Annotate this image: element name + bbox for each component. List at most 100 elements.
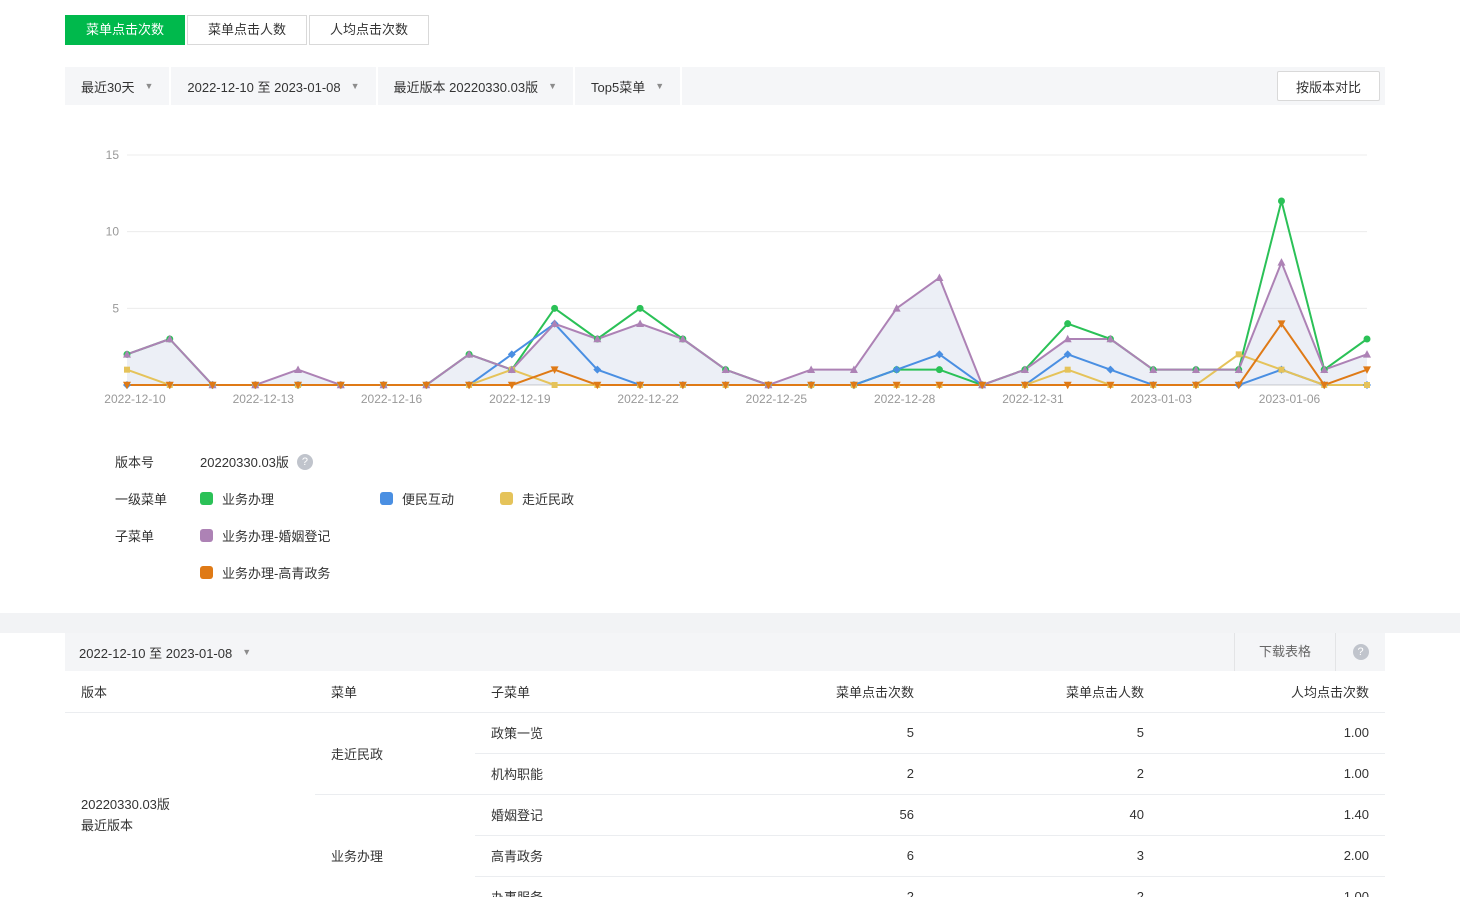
col-avg: 人均点击次数 xyxy=(1160,671,1385,712)
avg-cell: 1.00 xyxy=(1160,753,1385,794)
series-color-chip xyxy=(380,492,393,505)
download-table-button[interactable]: 下载表格 xyxy=(1234,633,1335,671)
legend-sub-row-2: 业务办理-高青政务 xyxy=(115,554,1385,591)
avg-cell: 1.00 xyxy=(1160,712,1385,753)
data-point xyxy=(1277,258,1285,266)
x-tick-label: 2023-01-03 xyxy=(1131,392,1193,406)
legend-item-bianminhudong: 便民互动 xyxy=(380,489,500,508)
data-point xyxy=(1364,382,1370,388)
data-point xyxy=(935,273,943,281)
x-tick-label: 2022-12-25 xyxy=(746,392,808,406)
legend-item-label: 走近民政 xyxy=(522,489,574,508)
chevron-down-icon: ▼ xyxy=(144,81,153,91)
clicks-cell: 2 xyxy=(705,753,930,794)
legend-primary-label: 一级菜单 xyxy=(115,489,200,508)
series-color-chip xyxy=(200,529,213,542)
legend-primary-row: 一级菜单 业务办理 便民互动 走近民政 xyxy=(115,480,1385,517)
filter-version[interactable]: 最近版本 20220330.03版 ▼ xyxy=(378,67,575,105)
legend-item-zoujinminzheng: 走近民政 xyxy=(500,489,574,508)
clicks-cell: 2 xyxy=(705,876,930,897)
avg-cell: 2.00 xyxy=(1160,835,1385,876)
chart-legend: 版本号 20220330.03版 ? 一级菜单 业务办理 便民互动 走近民政 子… xyxy=(115,443,1385,599)
x-tick-label: 2022-12-22 xyxy=(617,392,679,406)
data-point xyxy=(1364,336,1371,343)
clicks-cell: 6 xyxy=(705,835,930,876)
x-tick-label: 2022-12-10 xyxy=(104,392,166,406)
users-cell: 5 xyxy=(930,712,1160,753)
col-users: 菜单点击人数 xyxy=(930,671,1160,712)
data-point xyxy=(1236,351,1242,357)
series-line-业务办理 xyxy=(127,201,1367,385)
data-point xyxy=(1065,367,1071,373)
chevron-down-icon: ▼ xyxy=(655,81,664,91)
data-point xyxy=(124,367,130,373)
filter-top-menu-label: Top5菜单 xyxy=(591,77,645,96)
x-tick-label: 2022-12-31 xyxy=(1002,392,1064,406)
version-name: 20220330.03版 xyxy=(81,794,299,815)
help-icon[interactable]: ? xyxy=(297,454,313,470)
filter-date-range[interactable]: 2022-12-10 至 2023-01-08 ▼ xyxy=(171,67,377,105)
clicks-cell: 56 xyxy=(705,794,930,835)
table-date-range-label: 2022-12-10 至 2023-01-08 xyxy=(79,643,232,662)
users-cell: 40 xyxy=(930,794,1160,835)
tab-menu-click-users[interactable]: 菜单点击人数 xyxy=(187,15,307,45)
data-point xyxy=(637,305,644,312)
legend-sub-label: 子菜单 xyxy=(115,526,200,545)
tab-avg-clicks-per-user[interactable]: 人均点击次数 xyxy=(309,15,429,45)
table-date-range-dropdown[interactable]: 2022-12-10 至 2023-01-08 ▼ xyxy=(65,643,1234,662)
series-color-chip xyxy=(500,492,513,505)
data-point xyxy=(636,319,644,327)
table-row: 20220330.03版 最近版本 走近民政 政策一览 5 5 1.00 xyxy=(65,712,1385,753)
series-line-业务办理-婚姻登记 xyxy=(127,262,1367,385)
submenu-cell: 政策一览 xyxy=(475,712,705,753)
filter-top-menu[interactable]: Top5菜单 ▼ xyxy=(575,67,682,105)
legend-version-row: 版本号 20220330.03版 ? xyxy=(115,443,1385,480)
version-tag: 最近版本 xyxy=(81,815,299,836)
legend-version-label: 版本号 xyxy=(115,452,200,471)
x-tick-label: 2023-01-06 xyxy=(1259,392,1321,406)
submenu-cell: 办事服务 xyxy=(475,876,705,897)
legend-item-label: 业务办理 xyxy=(222,489,274,508)
data-point xyxy=(1278,198,1285,205)
menu-clicks-table: 版本 菜单 子菜单 菜单点击次数 菜单点击人数 人均点击次数 20220330.… xyxy=(65,671,1385,897)
x-tick-label: 2022-12-13 xyxy=(233,392,295,406)
chart-panel: 510152022-12-102022-12-132022-12-162022-… xyxy=(65,105,1385,599)
x-tick-label: 2022-12-28 xyxy=(874,392,936,406)
col-version: 版本 xyxy=(65,671,315,712)
users-cell: 3 xyxy=(930,835,1160,876)
data-point xyxy=(1278,367,1284,373)
users-cell: 2 xyxy=(930,753,1160,794)
series-area xyxy=(127,262,1367,385)
users-cell: 2 xyxy=(930,876,1160,897)
filter-date-range-label: 2022-12-10 至 2023-01-08 xyxy=(187,77,340,96)
filter-range-preset-label: 最近30天 xyxy=(81,77,134,96)
legend-item-yewubanli: 业务办理 xyxy=(200,489,380,508)
compare-by-version-button[interactable]: 按版本对比 xyxy=(1277,71,1380,101)
avg-cell: 1.40 xyxy=(1160,794,1385,835)
data-point xyxy=(551,305,558,312)
y-tick-label: 15 xyxy=(106,148,120,162)
filter-range-preset[interactable]: 最近30天 ▼ xyxy=(65,67,171,105)
legend-item-label: 业务办理-婚姻登记 xyxy=(222,526,330,545)
legend-item-label: 业务办理-高青政务 xyxy=(222,563,330,582)
y-tick-label: 10 xyxy=(106,225,120,239)
data-point xyxy=(1363,350,1371,358)
series-color-chip xyxy=(200,566,213,579)
chevron-down-icon: ▼ xyxy=(351,81,360,91)
table-header-row: 版本 菜单 子菜单 菜单点击次数 菜单点击人数 人均点击次数 xyxy=(65,671,1385,712)
help-icon[interactable]: ? xyxy=(1353,644,1369,660)
submenu-cell: 机构职能 xyxy=(475,753,705,794)
clicks-cell: 5 xyxy=(705,712,930,753)
tab-menu-click-count[interactable]: 菜单点击次数 xyxy=(65,15,185,45)
avg-cell: 1.00 xyxy=(1160,876,1385,897)
tab-bar: 菜单点击次数 菜单点击人数 人均点击次数 xyxy=(65,15,1460,45)
legend-item-gaoqingzhengwu: 业务办理-高青政务 xyxy=(200,563,330,582)
chevron-down-icon: ▼ xyxy=(548,81,557,91)
col-menu: 菜单 xyxy=(315,671,475,712)
data-point xyxy=(1064,320,1071,327)
data-point xyxy=(294,365,302,373)
filter-version-label: 最近版本 20220330.03版 xyxy=(394,77,539,96)
series-color-chip xyxy=(200,492,213,505)
x-tick-label: 2022-12-16 xyxy=(361,392,423,406)
filter-bar: 最近30天 ▼ 2022-12-10 至 2023-01-08 ▼ 最近版本 2… xyxy=(65,67,1385,105)
